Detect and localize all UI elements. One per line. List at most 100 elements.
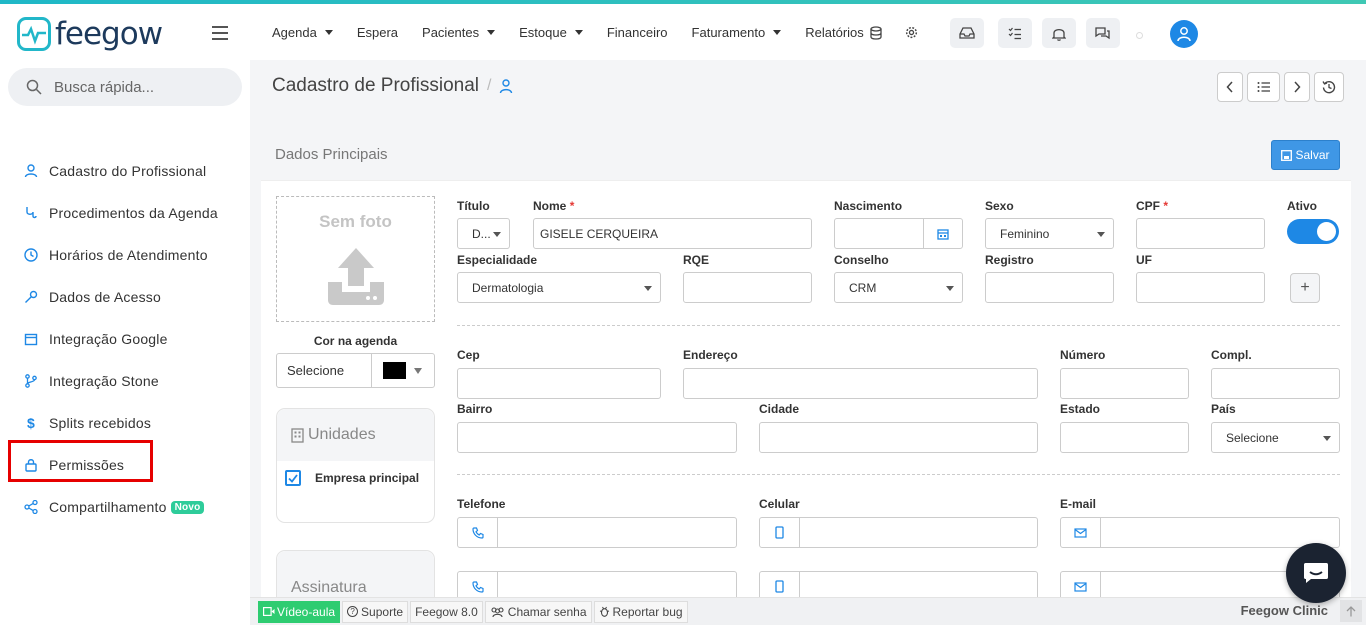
- email-input[interactable]: [1060, 517, 1340, 548]
- building-icon: [291, 427, 304, 443]
- menu-espera[interactable]: Espera: [357, 25, 398, 40]
- chat-widget-button[interactable]: [1286, 543, 1346, 603]
- required-marker: *: [1163, 199, 1169, 213]
- gear-icon[interactable]: [905, 26, 918, 39]
- unit-checkbox[interactable]: [285, 470, 301, 486]
- bairro-input[interactable]: [457, 422, 737, 453]
- content-area: Cadastro de Profissional / Dados Princip…: [250, 60, 1366, 610]
- branch-icon: [24, 374, 38, 388]
- history-icon: [1322, 81, 1336, 94]
- signature-title: Assinatura: [291, 579, 367, 596]
- quick-search: [8, 68, 242, 106]
- ativo-toggle[interactable]: [1287, 219, 1339, 244]
- celular-input[interactable]: [759, 517, 1038, 548]
- video-lesson-button[interactable]: Vídeo-aula: [258, 600, 341, 623]
- rqe-label: RQE: [683, 253, 710, 267]
- next-button[interactable]: [1284, 72, 1310, 102]
- search-input[interactable]: [54, 78, 224, 96]
- numero-input[interactable]: [1060, 368, 1189, 399]
- telefone-input[interactable]: [457, 517, 737, 548]
- conselho-value: CRM: [849, 280, 877, 295]
- menu-estoque[interactable]: Estoque: [519, 25, 583, 40]
- main-data-panel: Dados Principais Salvar Sem foto Cor na …: [261, 130, 1351, 610]
- support-button[interactable]: ? Suporte: [342, 600, 409, 623]
- report-bug-button[interactable]: Reportar bug: [593, 600, 688, 623]
- database-icon[interactable]: [870, 26, 882, 40]
- calendar-button[interactable]: [923, 219, 962, 248]
- history-button[interactable]: [1314, 72, 1344, 102]
- sidebar-item-procedimentos[interactable]: Procedimentos da Agenda: [0, 192, 250, 234]
- sidebar-item-horarios[interactable]: Horários de Atendimento: [0, 234, 250, 276]
- no-photo-label: Sem foto: [319, 212, 392, 231]
- add-council-button[interactable]: +: [1290, 273, 1320, 303]
- especialidade-value: Dermatologia: [472, 280, 544, 295]
- registro-input[interactable]: [985, 272, 1114, 303]
- sidebar-item-splits[interactable]: $ Splits recebidos: [0, 402, 250, 444]
- pais-select[interactable]: Selecione: [1211, 422, 1340, 453]
- cidade-input[interactable]: [759, 422, 1038, 453]
- menu-financeiro[interactable]: Financeiro: [607, 25, 668, 40]
- chat-button[interactable]: [1086, 18, 1120, 48]
- menu-relatorios[interactable]: Relatórios: [805, 25, 864, 40]
- previous-button[interactable]: [1217, 72, 1243, 102]
- question-icon: ?: [347, 606, 359, 617]
- cep-input[interactable]: [457, 368, 661, 399]
- sidebar-item-google[interactable]: Integração Google: [0, 318, 250, 360]
- list-button[interactable]: [1247, 72, 1280, 102]
- user-icon: [1177, 27, 1191, 42]
- menu-faturamento[interactable]: Faturamento: [692, 25, 782, 40]
- sidebar-item-compartilhamento[interactable]: Compartilhamento Novo: [0, 486, 250, 528]
- photo-upload[interactable]: Sem foto: [276, 196, 435, 322]
- mobile-icon: [775, 526, 784, 539]
- color-swatch: [383, 362, 406, 379]
- call-ticket-label: Chamar senha: [507, 604, 587, 619]
- sexo-select[interactable]: Feminino: [985, 218, 1114, 249]
- compl-input[interactable]: [1211, 368, 1340, 399]
- units-header: Unidades: [277, 409, 434, 461]
- chevron-left-icon: [1226, 81, 1233, 93]
- caret-down-icon: [324, 29, 333, 35]
- sidebar-item-cadastro[interactable]: Cadastro do Profissional: [0, 150, 250, 192]
- menu-agenda[interactable]: Agenda: [272, 25, 333, 40]
- logo[interactable]: feegow: [17, 16, 163, 52]
- cpf-input[interactable]: [1136, 218, 1265, 249]
- tasks-button[interactable]: [998, 18, 1032, 48]
- nascimento-input[interactable]: [834, 218, 963, 249]
- nome-input[interactable]: GISELE CERQUEIRA: [533, 218, 812, 249]
- user-avatar[interactable]: [1170, 20, 1198, 48]
- save-button[interactable]: Salvar: [1271, 140, 1340, 170]
- sidebar-item-acesso[interactable]: Dados de Acesso: [0, 276, 250, 318]
- sidebar-item-label: Compartilhamento: [49, 499, 167, 515]
- rqe-input[interactable]: [683, 272, 812, 303]
- main-menu: Agenda Espera Pacientes Estoque Financei…: [272, 4, 888, 60]
- call-ticket-button[interactable]: Chamar senha: [484, 600, 592, 623]
- panel-title: Dados Principais: [275, 146, 388, 163]
- menu-label: Agenda: [272, 24, 317, 40]
- endereco-input[interactable]: [683, 368, 1038, 399]
- titulo-select[interactable]: D...: [457, 218, 510, 249]
- bell-icon: [1052, 28, 1066, 41]
- conselho-select[interactable]: CRM: [834, 272, 963, 303]
- page-title-text: Cadastro de Profissional: [272, 75, 479, 96]
- search-icon: [26, 79, 42, 95]
- cpf-label-text: CPF: [1136, 199, 1160, 213]
- envelope-icon: [1074, 527, 1087, 538]
- estado-input[interactable]: [1060, 422, 1189, 453]
- especialidade-select[interactable]: Dermatologia: [457, 272, 661, 303]
- unit-row: Empresa principal: [277, 461, 434, 486]
- uf-input[interactable]: [1136, 272, 1265, 303]
- caret-down-icon: [1097, 232, 1105, 237]
- toggle-knob: [1317, 222, 1336, 241]
- notifications-button[interactable]: [1042, 18, 1076, 48]
- comments-icon: [1095, 27, 1110, 40]
- especialidade-label: Especialidade: [457, 253, 538, 267]
- scroll-top-button[interactable]: [1340, 600, 1362, 622]
- inbox-button[interactable]: [950, 18, 984, 48]
- email-label: E-mail: [1060, 497, 1097, 511]
- sidebar-item-label: Integração Google: [49, 331, 168, 347]
- mobile-icon: [775, 580, 784, 593]
- hamburger-menu-icon[interactable]: [212, 26, 228, 40]
- menu-pacientes[interactable]: Pacientes: [422, 25, 496, 40]
- sidebar-item-stone[interactable]: Integração Stone: [0, 360, 250, 402]
- agenda-color-select[interactable]: Selecione: [276, 353, 435, 388]
